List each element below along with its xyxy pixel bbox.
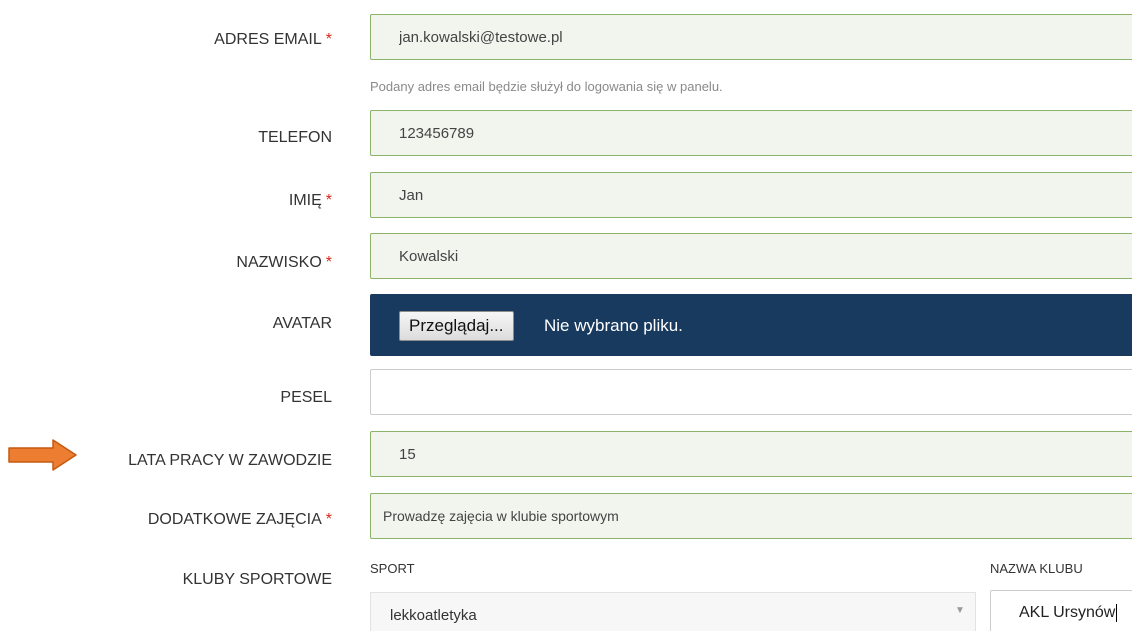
required-marker: * [325,31,332,48]
sport-clubs-label-text: KLUBY SPORTOWE [182,571,332,588]
years-of-work-label: LATA PRACY W ZAWODZIE [128,451,332,471]
sport-column-label: SPORT [370,561,415,576]
pesel-field[interactable] [370,369,1132,415]
email-label-text: ADRES EMAIL [214,31,322,48]
club-name-value: AKL Ursynów [1019,604,1116,621]
right-arrow-icon [8,439,77,471]
registration-form: ADRES EMAIL* Podany adres email będzie s… [0,0,1132,631]
sport-select[interactable]: lekkoatletyka [370,592,976,631]
additional-classes-label: DODATKOWE ZAJĘCIA * [148,510,332,530]
browse-button[interactable]: Przeglądaj... [399,311,514,341]
phone-field[interactable] [370,110,1132,156]
first-name-field[interactable] [370,172,1132,218]
pesel-label: PESEL [280,388,332,408]
file-status-text: Nie wybrano pliku. [544,316,683,335]
email-field[interactable] [370,14,1132,60]
required-marker: * [325,511,332,528]
avatar-file-input: Przeglądaj... Nie wybrano pliku. [370,294,1132,356]
club-name-field[interactable]: AKL Ursynów [990,590,1132,631]
email-help-text: Podany adres email będzie służył do logo… [370,79,723,94]
email-label: ADRES EMAIL * [214,30,332,50]
first-name-label-text: IMIĘ [288,192,322,209]
sport-clubs-label: KLUBY SPORTOWE [183,570,332,590]
phone-label: TELEFON [258,128,332,148]
chevron-down-icon[interactable]: ▼ [955,605,965,616]
sport-select-value: lekkoatletyka [390,607,477,624]
last-name-label-text: NAZWISKO [236,254,322,271]
required-marker: * [325,192,332,209]
phone-label-text: TELEFON [258,129,332,146]
pesel-label-text: PESEL [280,389,332,406]
avatar-label-text: AVATAR [272,315,332,332]
required-marker: * [325,254,332,271]
avatar-label: AVATAR [273,314,332,334]
additional-classes-field[interactable] [370,493,1132,539]
last-name-field[interactable] [370,233,1132,279]
text-cursor [1116,603,1118,622]
last-name-label: NAZWISKO * [236,253,332,273]
additional-classes-label-text: DODATKOWE ZAJĘCIA [147,511,322,528]
first-name-label: IMIĘ * [289,191,332,211]
years-of-work-label-text: LATA PRACY W ZAWODZIE [128,452,332,469]
club-name-column-label: NAZWA KLUBU [990,561,1083,576]
years-of-work-field[interactable] [370,431,1132,477]
